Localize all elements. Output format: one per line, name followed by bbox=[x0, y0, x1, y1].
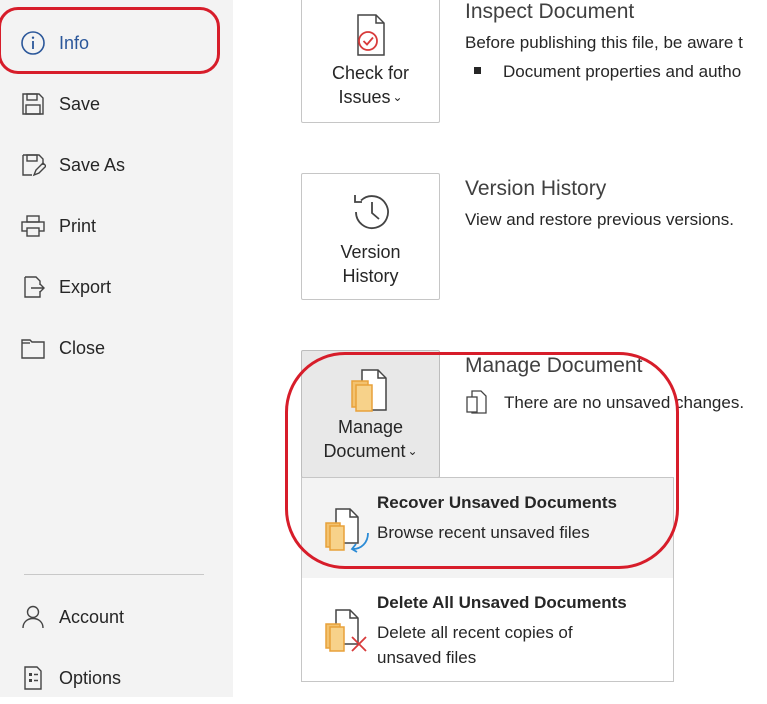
options-icon bbox=[24, 666, 42, 690]
manage-document-menu: Recover Unsaved Documents Browse recent … bbox=[301, 477, 674, 682]
document-status-icon bbox=[466, 390, 487, 414]
folder-icon bbox=[21, 339, 45, 359]
chevron-down-icon: ⌄ bbox=[407, 444, 418, 458]
nav-item-export[interactable]: Export bbox=[0, 261, 233, 313]
nav-label-options: Options bbox=[59, 667, 122, 688]
sidebar-divider bbox=[24, 574, 204, 575]
nav-item-print[interactable]: Print bbox=[0, 200, 233, 252]
person-icon bbox=[22, 605, 44, 629]
export-icon bbox=[24, 276, 45, 298]
history-clock-icon bbox=[354, 195, 389, 230]
version-history-desc: View and restore previous versions. bbox=[465, 210, 734, 229]
nav-item-close[interactable]: Close bbox=[0, 322, 233, 374]
save-icon bbox=[22, 93, 44, 115]
manage-document-icon bbox=[351, 369, 387, 412]
nav-item-account[interactable]: Account bbox=[0, 591, 233, 643]
version-history-button[interactable]: Version History bbox=[301, 173, 440, 300]
manage-document-label-1: Manage bbox=[337, 417, 404, 437]
manage-document-title: Manage Document bbox=[465, 354, 643, 377]
delete-unsaved-desc: Delete all recent copies of unsaved file… bbox=[377, 623, 573, 667]
delete-document-icon bbox=[325, 609, 367, 652]
recover-unsaved-title: Recover Unsaved Documents bbox=[377, 493, 617, 512]
menu-item-recover-unsaved[interactable]: Recover Unsaved Documents Browse recent … bbox=[302, 478, 673, 578]
nav-label-save: Save bbox=[59, 93, 101, 114]
save-as-icon bbox=[22, 154, 46, 177]
backstage-sidebar: Info Save Save As Print Export Close Acc… bbox=[0, 0, 233, 697]
nav-label-print: Print bbox=[59, 215, 97, 236]
manage-document-label-2: Document ⌄ bbox=[302, 439, 439, 465]
chevron-down-icon: ⌄ bbox=[392, 90, 403, 104]
nav-item-save[interactable]: Save bbox=[0, 78, 233, 130]
version-history-label-2: History bbox=[342, 266, 399, 286]
check-for-issues-button[interactable]: Check for Issues ⌄ bbox=[301, 0, 440, 123]
check-for-issues-label-2: Issues ⌄ bbox=[302, 85, 439, 111]
check-document-icon bbox=[357, 14, 385, 56]
inspect-document-desc: Before publishing this file, be aware t bbox=[465, 33, 743, 52]
recover-unsaved-desc: Browse recent unsaved files bbox=[377, 523, 590, 542]
inspect-document-title: Inspect Document bbox=[465, 0, 635, 23]
manage-document-label-2-text: Document bbox=[323, 441, 406, 461]
delete-unsaved-title: Delete All Unsaved Documents bbox=[377, 593, 627, 612]
menu-item-delete-unsaved[interactable]: Delete All Unsaved Documents Delete all … bbox=[302, 578, 673, 681]
version-history-title: Version History bbox=[465, 177, 607, 200]
recover-document-icon bbox=[325, 508, 369, 553]
print-icon bbox=[21, 215, 45, 237]
nav-item-options[interactable]: Options bbox=[0, 652, 233, 704]
nav-label-close: Close bbox=[59, 337, 106, 358]
nav-label-export: Export bbox=[59, 276, 112, 297]
nav-label-account: Account bbox=[59, 606, 125, 627]
nav-label-save-as: Save As bbox=[59, 154, 126, 175]
check-for-issues-label-1: Check for bbox=[331, 63, 410, 83]
manage-document-status: There are no unsaved changes. bbox=[504, 393, 745, 412]
nav-item-info[interactable]: Info bbox=[0, 17, 233, 69]
version-history-label-1: Version bbox=[340, 242, 401, 262]
inspect-bullet-text: Document properties and autho bbox=[503, 62, 742, 81]
info-icon bbox=[21, 31, 45, 55]
nav-item-save-as[interactable]: Save As bbox=[0, 139, 233, 191]
manage-document-button[interactable]: Manage Document ⌄ bbox=[301, 350, 440, 478]
check-for-issues-label-2-text: Issues bbox=[338, 87, 391, 107]
nav-label-info: Info bbox=[59, 32, 90, 53]
bullet-icon bbox=[474, 67, 481, 74]
